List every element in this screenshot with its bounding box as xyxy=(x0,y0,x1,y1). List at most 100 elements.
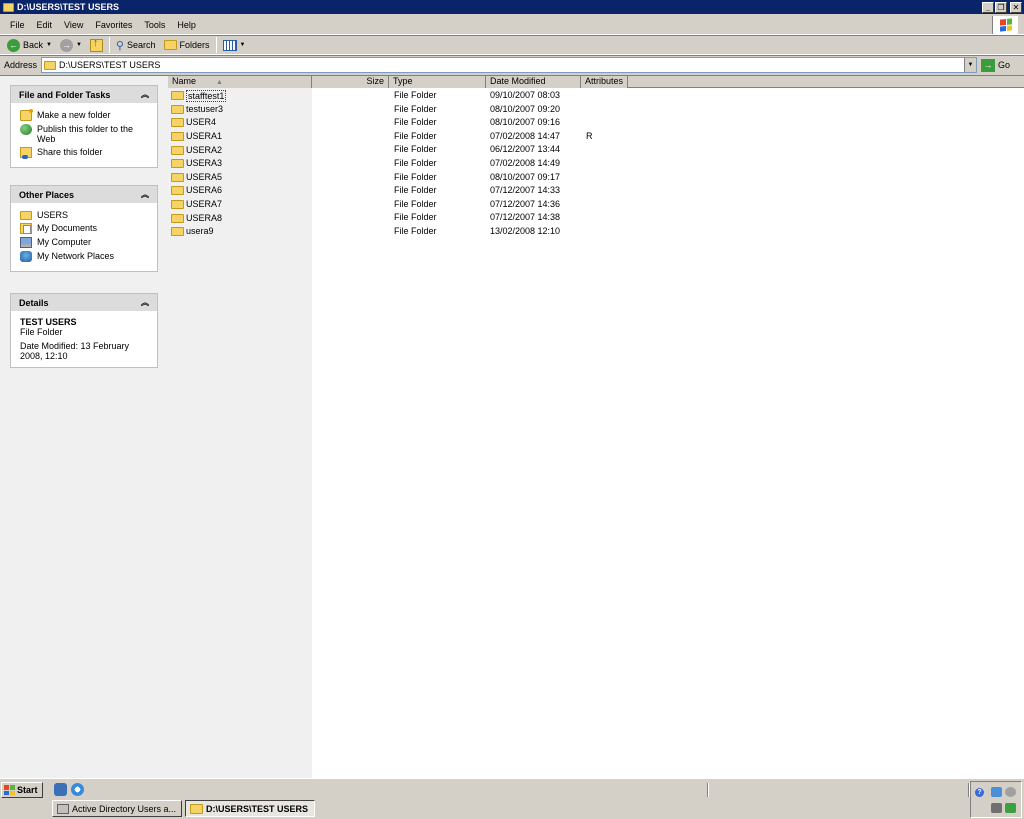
go-label: Go xyxy=(998,60,1011,70)
panel-title: File and Folder Tasks xyxy=(19,89,111,100)
panel-header[interactable]: File and Folder Tasks ︽ xyxy=(11,86,157,103)
up-folder-button[interactable] xyxy=(86,36,107,54)
collapse-icon[interactable]: ︽ xyxy=(141,189,149,200)
file-row[interactable]: testuser3 File Folder 08/10/2007 09:20 xyxy=(168,103,1024,117)
internet-explorer-icon[interactable] xyxy=(71,783,84,796)
file-name-cell[interactable]: USERA1 xyxy=(168,130,312,144)
menu-tools[interactable]: Tools xyxy=(138,20,171,30)
place-my-documents[interactable]: My Documents xyxy=(20,223,149,234)
file-name-cell[interactable]: USERA6 xyxy=(168,184,312,198)
file-name-cell[interactable]: USERA8 xyxy=(168,211,312,225)
file-type: File Folder xyxy=(394,171,437,182)
file-name[interactable]: USERA2 xyxy=(186,144,222,157)
file-name-cell[interactable]: USERA2 xyxy=(168,143,312,157)
show-desktop-icon[interactable] xyxy=(54,783,67,796)
file-name-cell[interactable]: USER4 xyxy=(168,116,312,130)
column-header-type[interactable]: Type xyxy=(389,76,486,88)
file-row[interactable]: USERA6 File Folder 07/12/2007 14:33 xyxy=(168,184,1024,198)
taskbar-button-explorer[interactable]: D:\USERS\TEST USERS xyxy=(185,800,315,817)
collapse-icon[interactable]: ︽ xyxy=(141,297,149,308)
network-tray-icon[interactable] xyxy=(991,787,1002,797)
file-name[interactable]: USERA5 xyxy=(186,171,222,184)
column-header-attributes[interactable]: Attributes xyxy=(581,76,628,88)
place-network-places[interactable]: My Network Places xyxy=(20,251,149,262)
address-input[interactable]: D:\USERS\TEST USERS ▼ xyxy=(41,57,978,73)
file-name-cell[interactable]: USERA7 xyxy=(168,198,312,212)
folders-button[interactable]: Folders xyxy=(160,36,214,54)
collapse-icon[interactable]: ︽ xyxy=(141,89,149,100)
menu-favorites[interactable]: Favorites xyxy=(89,20,138,30)
forward-button[interactable]: → ▼ xyxy=(56,36,86,54)
file-row[interactable]: USER4 File Folder 08/10/2007 09:16 xyxy=(168,116,1024,130)
views-button[interactable]: ▼ xyxy=(219,36,250,54)
search-button[interactable]: ⚲ Search xyxy=(112,36,160,54)
panel-header[interactable]: Other Places ︽ xyxy=(11,186,157,203)
file-name-cell[interactable]: USERA5 xyxy=(168,171,312,185)
help-icon[interactable]: ? xyxy=(975,788,984,797)
server-tray-icon[interactable] xyxy=(1005,803,1016,813)
place-my-computer[interactable]: My Computer xyxy=(20,237,149,248)
task-publish-folder[interactable]: Publish this folder to the Web xyxy=(20,124,149,144)
file-name[interactable]: USERA1 xyxy=(186,130,222,143)
file-row[interactable]: USERA8 File Folder 07/12/2007 14:38 xyxy=(168,211,1024,225)
volume-tray-icon[interactable] xyxy=(1005,787,1016,797)
back-button[interactable]: ← Back ▼ xyxy=(3,36,56,54)
file-date-modified: 07/12/2007 14:36 xyxy=(490,198,561,209)
menu-help[interactable]: Help xyxy=(171,20,202,30)
file-name[interactable]: stafftest1 xyxy=(186,89,227,102)
file-name-cell[interactable]: USERA3 xyxy=(168,157,312,171)
file-row[interactable]: USERA7 File Folder 07/12/2007 14:36 xyxy=(168,198,1024,212)
file-type: File Folder xyxy=(394,90,437,100)
file-list[interactable]: Name ▲ Size Type Date Modified Attributes… xyxy=(168,76,1024,779)
file-name[interactable]: USERA7 xyxy=(186,198,222,211)
address-value[interactable]: D:\USERS\TEST USERS xyxy=(59,60,160,70)
column-header-name[interactable]: Name ▲ xyxy=(168,76,312,88)
menu-view[interactable]: View xyxy=(58,20,89,30)
file-type: File Folder xyxy=(394,103,437,114)
chevron-down-icon[interactable]: ▼ xyxy=(46,42,52,48)
file-type: File Folder xyxy=(394,157,437,168)
file-name[interactable]: USER4 xyxy=(186,116,216,129)
file-folder-tasks-panel: File and Folder Tasks ︽ Make a new folde… xyxy=(10,85,158,168)
search-label: Search xyxy=(126,40,156,50)
place-users[interactable]: USERS xyxy=(20,210,149,220)
restore-button[interactable]: ❐ xyxy=(995,1,1007,13)
menu-file[interactable]: File xyxy=(4,20,31,30)
address-dropdown-button[interactable]: ▼ xyxy=(964,58,977,72)
file-name-cell[interactable]: testuser3 xyxy=(168,103,312,117)
start-button[interactable]: Start xyxy=(1,782,43,798)
file-row[interactable]: usera9 File Folder 13/02/2008 12:10 xyxy=(168,225,1024,239)
file-row[interactable]: USERA5 File Folder 08/10/2007 09:17 xyxy=(168,171,1024,185)
place-label: My Network Places xyxy=(37,251,115,261)
file-name-cell[interactable]: stafftest1 xyxy=(168,89,312,103)
close-button[interactable]: ✕ xyxy=(1010,1,1022,13)
file-type: File Folder xyxy=(394,185,437,196)
file-name[interactable]: USERA6 xyxy=(186,184,222,197)
task-label: Publish this folder to the Web xyxy=(37,124,134,144)
column-header-date-modified[interactable]: Date Modified xyxy=(486,76,581,88)
task-make-new-folder[interactable]: Make a new folder xyxy=(20,109,149,121)
panel-header[interactable]: Details ︽ xyxy=(11,294,157,311)
file-row[interactable]: USERA2 File Folder 06/12/2007 13:44 xyxy=(168,143,1024,157)
title-bar[interactable]: D:\USERS\TEST USERS _ ❐ ✕ xyxy=(0,0,1024,14)
chevron-down-icon[interactable]: ▼ xyxy=(76,42,82,48)
file-date-modified: 07/12/2007 14:33 xyxy=(490,185,561,196)
go-button[interactable]: → Go xyxy=(981,58,1011,72)
file-name[interactable]: usera9 xyxy=(186,225,214,238)
file-name[interactable]: testuser3 xyxy=(186,103,223,116)
task-share-folder[interactable]: Share this folder xyxy=(20,147,149,159)
minimize-button[interactable]: _ xyxy=(982,1,994,13)
file-attributes xyxy=(581,198,628,212)
taskbar-button-active-directory[interactable]: Active Directory Users a... xyxy=(52,800,182,817)
back-label: Back xyxy=(23,40,44,50)
file-row[interactable]: USERA1 File Folder 07/02/2008 14:47 R xyxy=(168,130,1024,144)
file-row[interactable]: stafftest1 File Folder 09/10/2007 08:03 xyxy=(168,89,1024,103)
search-tray-icon[interactable] xyxy=(991,803,1002,813)
file-name[interactable]: USERA8 xyxy=(186,212,222,225)
file-row[interactable]: USERA3 File Folder 07/02/2008 14:49 xyxy=(168,157,1024,171)
file-size xyxy=(312,143,389,157)
file-name[interactable]: USERA3 xyxy=(186,157,222,170)
column-header-size[interactable]: Size xyxy=(312,76,389,88)
file-name-cell[interactable]: usera9 xyxy=(168,225,312,239)
menu-edit[interactable]: Edit xyxy=(31,20,59,30)
